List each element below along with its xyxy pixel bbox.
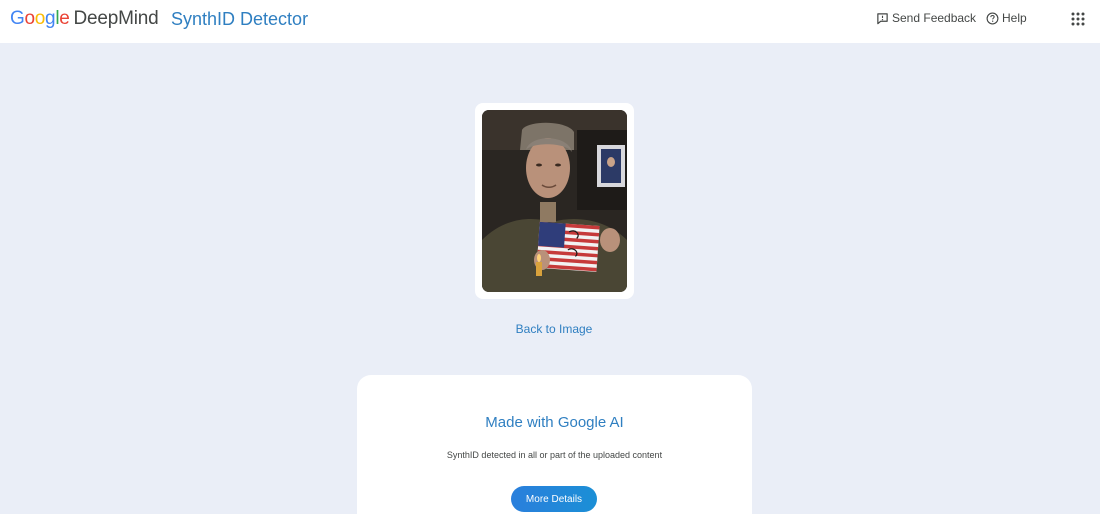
help-icon — [986, 12, 999, 24]
help-button[interactable]: Help — [986, 11, 1027, 25]
image-preview-card — [475, 103, 634, 299]
send-feedback-label: Send Feedback — [892, 11, 977, 25]
help-label: Help — [1002, 11, 1027, 25]
deepmind-wordmark: DeepMind — [73, 8, 159, 29]
top-bar: Google DeepMind SynthID Detector Send Fe… — [0, 0, 1100, 43]
result-description: SynthID detected in all or part of the u… — [446, 450, 663, 460]
product-title: SynthID Detector — [171, 9, 309, 29]
google-deepmind-logo[interactable]: Google DeepMind — [10, 8, 159, 30]
apps-grid-icon[interactable] — [1071, 12, 1085, 26]
google-letter-e: e — [59, 8, 70, 29]
google-letter-g: G — [10, 8, 25, 29]
google-letter-g2: g — [45, 8, 56, 29]
feedback-icon — [877, 12, 888, 24]
google-wordmark: Google — [10, 8, 70, 30]
uploaded-photo — [482, 110, 627, 292]
more-details-button[interactable]: More Details — [511, 486, 597, 512]
back-to-image-link[interactable]: Back to Image — [450, 322, 658, 336]
detection-result-card: Made with Google AI SynthID detected in … — [357, 375, 752, 514]
send-feedback-button[interactable]: Send Feedback — [876, 11, 976, 25]
google-letter-o2: o — [34, 8, 46, 29]
google-letter-o1: o — [24, 8, 35, 29]
result-title: Made with Google AI — [485, 414, 624, 431]
